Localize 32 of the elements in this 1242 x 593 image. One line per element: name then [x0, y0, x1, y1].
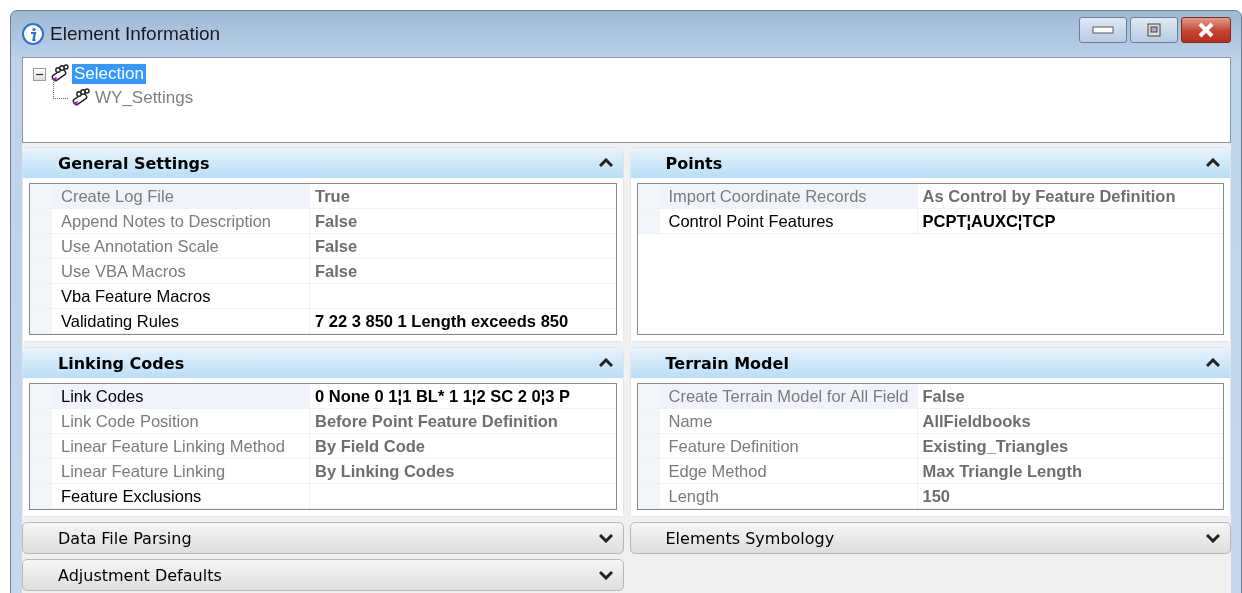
tree-item[interactable]: WY_Settings — [93, 88, 196, 108]
property-name[interactable]: Vba Feature Macros — [52, 284, 310, 308]
expand-chevron-icon — [598, 533, 613, 543]
section-header[interactable]: Terrain Model — [630, 348, 1230, 378]
collapse-chevron-icon — [1206, 358, 1220, 368]
collapse-chevron-icon — [598, 358, 613, 368]
close-icon — [1197, 22, 1215, 38]
property-name[interactable]: Validating Rules — [52, 309, 310, 333]
collapse-toggle[interactable] — [33, 67, 46, 81]
collapse-chevron-icon — [598, 158, 613, 168]
property-name[interactable]: Link Codes — [52, 384, 310, 408]
window-title: Element Information — [50, 23, 221, 45]
expand-chevron-icon — [1206, 533, 1220, 543]
property-value[interactable]: PCPT¦AUXC¦TCP — [917, 209, 1223, 233]
section-header[interactable]: Points — [630, 148, 1230, 178]
collapse-chevron-icon — [1206, 158, 1220, 168]
section-header[interactable]: Elements Symbology — [629, 522, 1231, 554]
minimize-button[interactable] — [1079, 17, 1127, 43]
section-header[interactable]: Data File Parsing — [22, 522, 624, 554]
tree-item[interactable]: Selection — [72, 64, 146, 84]
property-value[interactable]: 7 22 3 850 1 Length exceeds 850 — [310, 309, 616, 333]
expand-chevron-icon — [598, 570, 613, 580]
section-header[interactable]: Adjustment Defaults — [22, 559, 624, 591]
info-icon — [22, 23, 44, 45]
property-value[interactable]: 0 None 0 1¦1 BL* 1 1¦2 SC 2 0¦3 P — [310, 384, 616, 408]
section-header[interactable]: General Settings — [23, 148, 623, 178]
property-name[interactable]: Control Point Features — [659, 209, 918, 233]
minimize-icon — [1092, 26, 1114, 34]
maximize-icon — [1147, 23, 1161, 37]
section-header[interactable]: Linking Codes — [23, 348, 623, 378]
property-name[interactable]: Feature Exclusions — [52, 484, 310, 508]
close-button[interactable] — [1181, 17, 1231, 43]
